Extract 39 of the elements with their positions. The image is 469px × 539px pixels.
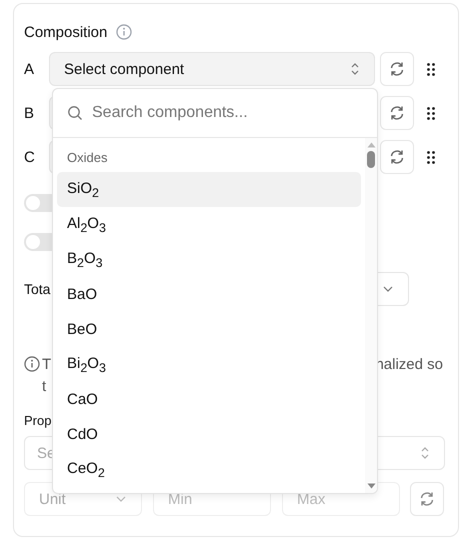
dropdown-item[interactable]: Bi$_{2}$O$_{3}$ — [57, 347, 361, 382]
refresh-icon — [388, 60, 406, 78]
updown-icon — [420, 446, 430, 460]
total-label: Tota — [24, 281, 50, 297]
row-label: B — [24, 104, 36, 122]
dropdown-item[interactable]: B$_{2}$O$_{3}$ — [57, 242, 361, 277]
refresh-button[interactable] — [410, 482, 444, 516]
scroll-up-icon[interactable] — [366, 142, 376, 148]
dropdown-item[interactable]: CaO — [57, 382, 361, 417]
refresh-button[interactable] — [380, 52, 414, 86]
dropdown-item[interactable]: CdO — [57, 417, 361, 452]
refresh-icon — [388, 104, 406, 122]
scroll-thumb[interactable] — [367, 151, 375, 168]
row-label: A — [24, 60, 36, 78]
search-icon — [67, 105, 83, 121]
section-title: Composition — [24, 24, 108, 40]
refresh-icon — [418, 490, 436, 508]
group-heading: Oxides — [66, 149, 108, 167]
dropdown-item[interactable]: BeO — [57, 312, 361, 347]
refresh-button[interactable] — [380, 140, 414, 174]
component-select[interactable]: Select component — [49, 52, 375, 86]
refresh-icon — [388, 148, 406, 166]
dropdown-item[interactable]: SiO$_{2}$ — [57, 172, 361, 207]
scroll-down-icon[interactable] — [366, 483, 376, 489]
info-icon[interactable] — [116, 24, 132, 40]
info-icon — [24, 356, 40, 372]
updown-icon — [350, 62, 360, 76]
chevron-down-icon — [115, 495, 127, 503]
note-text: t — [42, 377, 46, 397]
dropdown-item[interactable]: BaO — [57, 277, 361, 312]
properties-label: Prop — [24, 413, 52, 428]
refresh-button[interactable] — [380, 96, 414, 130]
row-label: C — [24, 148, 36, 166]
chevron-down-icon — [382, 285, 394, 293]
drag-handle-icon[interactable] — [427, 62, 435, 76]
dropdown-item[interactable]: Al$_{2}$O$_{3}$ — [57, 207, 361, 242]
drag-handle-icon[interactable] — [427, 150, 435, 164]
drag-handle-icon[interactable] — [427, 106, 435, 120]
note-text: T — [42, 355, 52, 375]
